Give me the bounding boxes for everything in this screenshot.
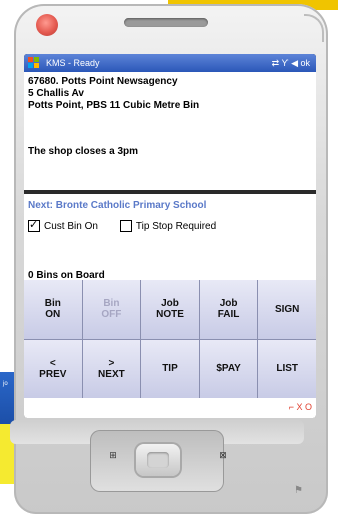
address-line-1: 67680. Potts Point Newsagency bbox=[28, 76, 178, 87]
bottom-bar: ⌐ X O bbox=[24, 398, 316, 418]
left-hardware-button[interactable]: ⊞ bbox=[104, 448, 122, 462]
job-details-panel: 67680. Potts Point Newsagency 5 Challis … bbox=[24, 72, 316, 190]
device-screen: KMS - Ready ⇄ Ƴ ◀ ok 67680. Potts Point … bbox=[24, 54, 316, 418]
job-address: 67680. Potts Point Newsagency 5 Challis … bbox=[28, 76, 199, 112]
next-job-panel: Next: Bronte Catholic Primary School Cus… bbox=[24, 194, 316, 281]
dpad-center-button[interactable] bbox=[147, 452, 169, 468]
windows-logo-icon: ⚑ bbox=[294, 485, 303, 496]
tip-stop-required-checkbox[interactable] bbox=[119, 220, 132, 232]
bin-on-button[interactable]: Bin ON bbox=[24, 280, 82, 339]
windows-start-icon[interactable] bbox=[28, 57, 40, 69]
cust-bin-on-label: Cust Bin On bbox=[44, 220, 98, 232]
job-fail-button[interactable]: Job FAIL bbox=[199, 280, 258, 339]
action-button-grid: Bin ON Bin OFF Job NOTE Job FAIL SIGN < … bbox=[24, 280, 316, 398]
speaker-grille bbox=[124, 18, 208, 27]
right-hardware-button[interactable]: ⊠ bbox=[214, 448, 232, 462]
job-note: The shop closes a 3pm bbox=[28, 146, 139, 157]
cust-bin-on-checkbox[interactable] bbox=[28, 218, 40, 232]
address-line-2: 5 Challis Av bbox=[28, 88, 84, 99]
tip-stop-required-label: Tip Stop Required bbox=[135, 220, 217, 232]
list-button[interactable]: LIST bbox=[258, 339, 316, 398]
status-icons[interactable]: ⇄ Ƴ ◀ ok bbox=[272, 54, 310, 72]
bottom-bar-icons[interactable]: ⌐ X O bbox=[289, 402, 312, 412]
sign-button[interactable]: SIGN bbox=[258, 280, 316, 339]
next-job-label: Next: Bronte Catholic Primary School bbox=[28, 200, 207, 211]
checkbox-row: Cust Bin On Tip Stop Required bbox=[28, 218, 217, 232]
title-bar: KMS - Ready ⇄ Ƴ ◀ ok bbox=[24, 54, 316, 72]
tip-button[interactable]: TIP bbox=[141, 339, 199, 398]
stylus-slot bbox=[304, 14, 324, 42]
next-button[interactable]: > NEXT bbox=[82, 339, 141, 398]
prev-button[interactable]: < PREV bbox=[24, 339, 82, 398]
window-title: KMS - Ready bbox=[46, 58, 100, 68]
background-card-text: jo bbox=[3, 381, 8, 387]
bin-off-button[interactable]: Bin OFF bbox=[82, 280, 141, 339]
pay-button[interactable]: $PAY bbox=[199, 339, 258, 398]
address-line-3: Potts Point, PBS 11 Cubic Metre Bin bbox=[28, 100, 200, 111]
power-led-icon bbox=[36, 14, 58, 36]
job-note-button[interactable]: Job NOTE bbox=[141, 280, 199, 339]
